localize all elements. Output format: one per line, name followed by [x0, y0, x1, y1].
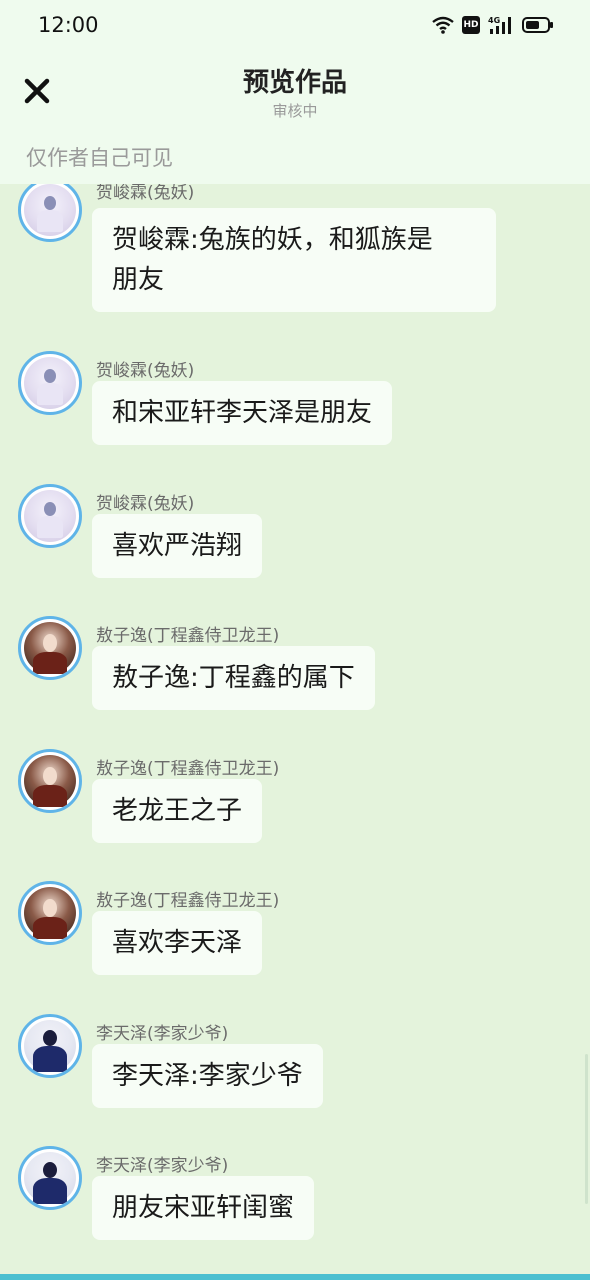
avatar[interactable] — [18, 749, 82, 813]
message-line: 和宋亚轩李天泽是朋友 — [112, 398, 373, 428]
visibility-note: 仅作者自己可见 — [26, 146, 173, 170]
message-line: 喜欢严浩翔 — [112, 531, 243, 561]
avatar[interactable] — [18, 184, 82, 242]
avatar[interactable] — [18, 616, 82, 680]
message-bubble[interactable]: 喜欢严浩翔 — [92, 514, 263, 578]
sender-name: 李天泽(李家少爷) — [96, 1156, 229, 1176]
message-bubble[interactable]: 敖子逸:丁程鑫的属下 — [92, 646, 375, 710]
status-bar: 12:00 HD 4G — [0, 0, 590, 52]
bottom-edge-strip — [0, 1274, 590, 1280]
header: 预览作品 审核中 仅作者自己可见 — [0, 52, 590, 184]
sender-name: 贺峻霖(兔妖) — [96, 361, 195, 381]
message-line: 喜欢李天泽 — [112, 928, 243, 958]
sender-name: 敖子逸(丁程鑫侍卫龙王) — [96, 759, 280, 779]
scrollbar-thumb[interactable] — [585, 1054, 588, 1204]
sender-name: 敖子逸(丁程鑫侍卫龙王) — [96, 626, 280, 646]
signal-4g-icon: 4G — [488, 16, 511, 34]
review-status: 审核中 — [272, 102, 318, 120]
wifi-icon — [432, 16, 454, 34]
status-icons: HD 4G — [432, 15, 554, 35]
status-time: 12:00 — [38, 13, 99, 37]
message-line: 朋友 — [112, 265, 165, 295]
message-bubble[interactable]: 和宋亚轩李天泽是朋友 — [92, 381, 393, 445]
message-line: 李天泽:李家少爷 — [112, 1061, 303, 1091]
message-bubble[interactable]: 李天泽:李家少爷 — [92, 1044, 323, 1108]
chat-list[interactable]: 贺峻霖(兔妖) 贺峻霖:兔族的妖，和狐族是 朋友 贺峻霖(兔妖) 和宋亚轩李天泽… — [0, 184, 590, 1274]
battery-icon — [522, 17, 553, 33]
message-bubble[interactable]: 朋友宋亚轩闺蜜 — [92, 1176, 315, 1240]
page-title: 预览作品 — [242, 68, 347, 98]
message-bubble[interactable]: 贺峻霖:兔族的妖，和狐族是 朋友 — [92, 208, 496, 312]
sender-name: 贺峻霖(兔妖) — [96, 494, 195, 514]
message-line: 老龙王之子 — [112, 796, 243, 826]
sender-name: 敖子逸(丁程鑫侍卫龙王) — [96, 891, 280, 911]
message-line: 贺峻霖:兔族的妖，和狐族是 — [112, 225, 433, 255]
message-bubble[interactable]: 喜欢李天泽 — [92, 911, 263, 975]
avatar[interactable] — [18, 1014, 82, 1078]
avatar[interactable] — [18, 351, 82, 415]
avatar[interactable] — [18, 484, 82, 548]
avatar[interactable] — [18, 1146, 82, 1210]
hd-icon: HD — [462, 16, 480, 34]
network-label: 4G — [488, 16, 500, 25]
message-line: 朋友宋亚轩闺蜜 — [112, 1193, 295, 1223]
avatar[interactable] — [18, 881, 82, 945]
message-line: 敖子逸:丁程鑫的属下 — [112, 663, 355, 693]
sender-name: 李天泽(李家少爷) — [96, 1024, 229, 1044]
message-bubble[interactable]: 老龙王之子 — [92, 779, 263, 843]
sender-name: 贺峻霖(兔妖) — [96, 184, 195, 203]
